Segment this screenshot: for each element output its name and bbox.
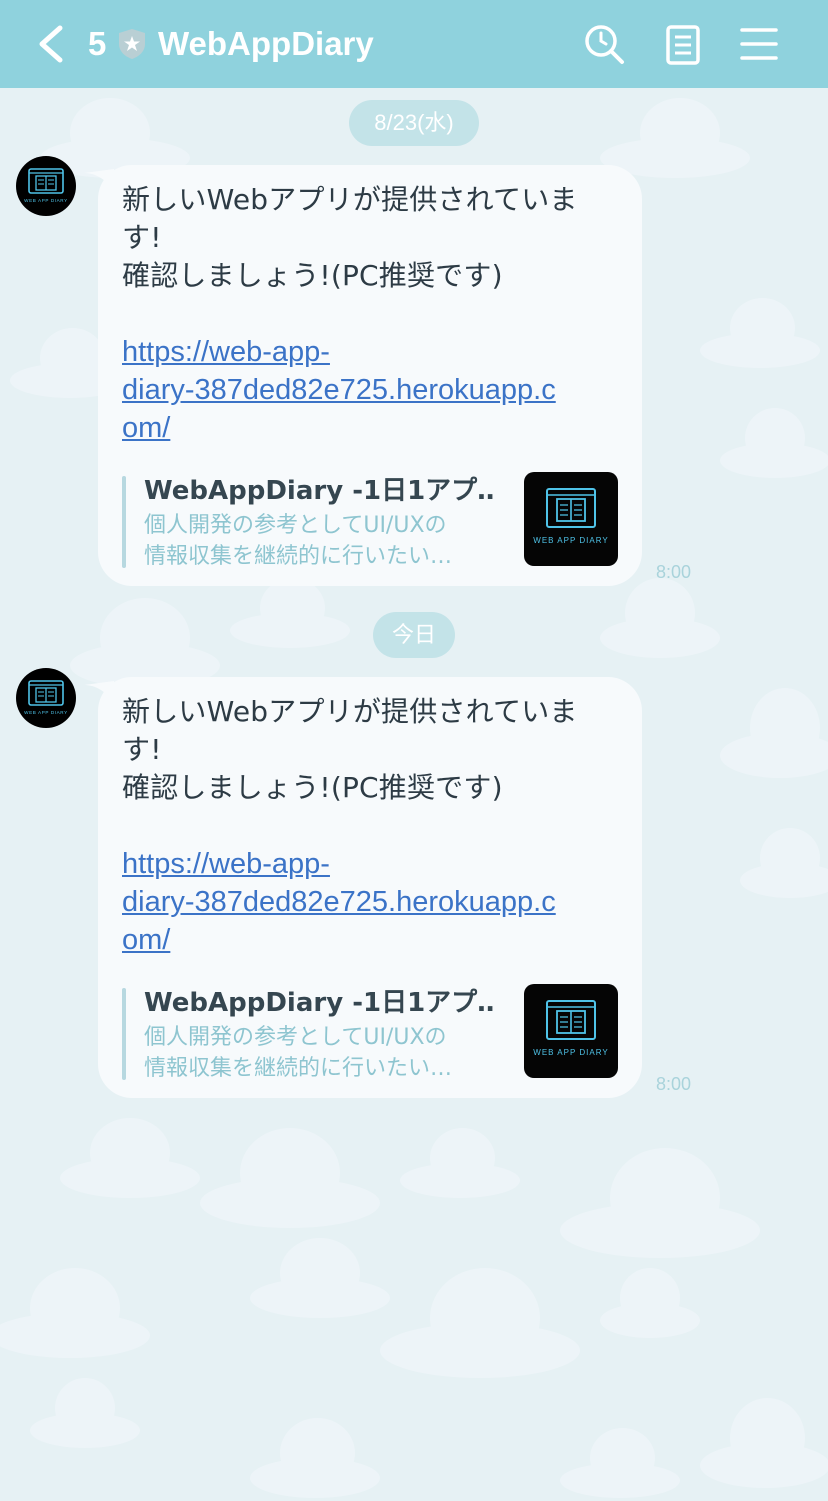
chat-header: 5 WebAppDiary xyxy=(0,0,828,88)
message-link[interactable]: diary-387ded82e725.herokuapp.c xyxy=(122,883,618,921)
link-preview-card[interactable]: WebAppDiary -1日1アプ… 個人開発の参考としてUI/UXの 情報収… xyxy=(122,472,618,572)
preview-desc-line: 個人開発の参考としてUI/UXの xyxy=(144,513,447,538)
message-bubble[interactable]: 新しいWebアプリが提供されていま す! 確認しましょう!(PC推奨です) ht… xyxy=(84,677,642,1098)
avatar-caption: WEB APP DIARY xyxy=(24,710,68,715)
preview-desc-line: 情報収集を継続的に行いたい… xyxy=(144,1056,453,1081)
preview-description: 個人開発の参考としてUI/UXの 情報収集を継続的に行いたい… xyxy=(144,510,494,572)
chat-title[interactable]: WebAppDiary xyxy=(158,22,374,66)
message-time: 8:00 xyxy=(656,562,692,582)
avatar-caption: WEB APP DIARY xyxy=(24,198,68,203)
message-text-line: 新しいWebアプリが提供されていま xyxy=(122,183,578,216)
hamburger-menu-icon[interactable] xyxy=(738,22,782,66)
date-separator: 8/23(水) xyxy=(349,100,479,146)
preview-description: 個人開発の参考としてUI/UXの 情報収集を継続的に行いたい… xyxy=(144,1022,494,1084)
message-link[interactable]: om/ xyxy=(122,921,618,959)
message-bubble[interactable]: 新しいWebアプリが提供されていま す! 確認しましょう!(PC推奨です) ht… xyxy=(84,165,642,586)
unread-count[interactable]: 5 xyxy=(88,22,106,66)
preview-thumbnail: WEB APP DIARY xyxy=(524,984,618,1078)
book-logo-icon xyxy=(546,488,596,528)
chevron-left-icon[interactable] xyxy=(34,24,68,64)
message-text-line: 確認しましょう!(PC推奨です) xyxy=(122,771,503,804)
message-link[interactable]: https://web-app- xyxy=(122,845,618,883)
message-link[interactable]: diary-387ded82e725.herokuapp.c xyxy=(122,371,618,409)
message-text-line: す! xyxy=(122,733,162,766)
message-text-line: 確認しましょう!(PC推奨です) xyxy=(122,259,503,292)
avatar[interactable]: WEB APP DIARY xyxy=(16,156,76,216)
book-logo-icon: WEB APP DIARY xyxy=(24,168,68,203)
preview-title: WebAppDiary -1日1アプ… xyxy=(144,988,494,1018)
message-text-line: す! xyxy=(122,221,162,254)
notes-icon[interactable] xyxy=(662,22,706,66)
search-icon[interactable] xyxy=(582,22,626,66)
book-logo-icon: WEB APP DIARY xyxy=(24,680,68,715)
preview-desc-line: 情報収集を継続的に行いたい… xyxy=(144,544,453,569)
preview-desc-line: 個人開発の参考としてUI/UXの xyxy=(144,1025,447,1050)
link-preview-card[interactable]: WebAppDiary -1日1アプ… 個人開発の参考としてUI/UXの 情報収… xyxy=(122,984,618,1084)
book-logo-icon xyxy=(546,1000,596,1040)
official-shield-star-icon xyxy=(116,27,148,61)
message-text-line: 新しいWebアプリが提供されていま xyxy=(122,695,578,728)
preview-thumbnail: WEB APP DIARY xyxy=(524,472,618,566)
thumbnail-caption: WEB APP DIARY xyxy=(533,536,609,545)
preview-accent-bar xyxy=(122,988,126,1080)
preview-accent-bar xyxy=(122,476,126,568)
preview-title: WebAppDiary -1日1アプ… xyxy=(144,476,494,506)
message-link[interactable]: https://web-app- xyxy=(122,333,618,371)
bubble-tail xyxy=(84,681,114,701)
bubble-tail xyxy=(84,169,114,189)
thumbnail-caption: WEB APP DIARY xyxy=(533,1048,609,1057)
message-link[interactable]: om/ xyxy=(122,409,618,447)
avatar[interactable]: WEB APP DIARY xyxy=(16,668,76,728)
date-separator: 今日 xyxy=(373,612,455,658)
message-time: 8:00 xyxy=(656,1074,692,1094)
